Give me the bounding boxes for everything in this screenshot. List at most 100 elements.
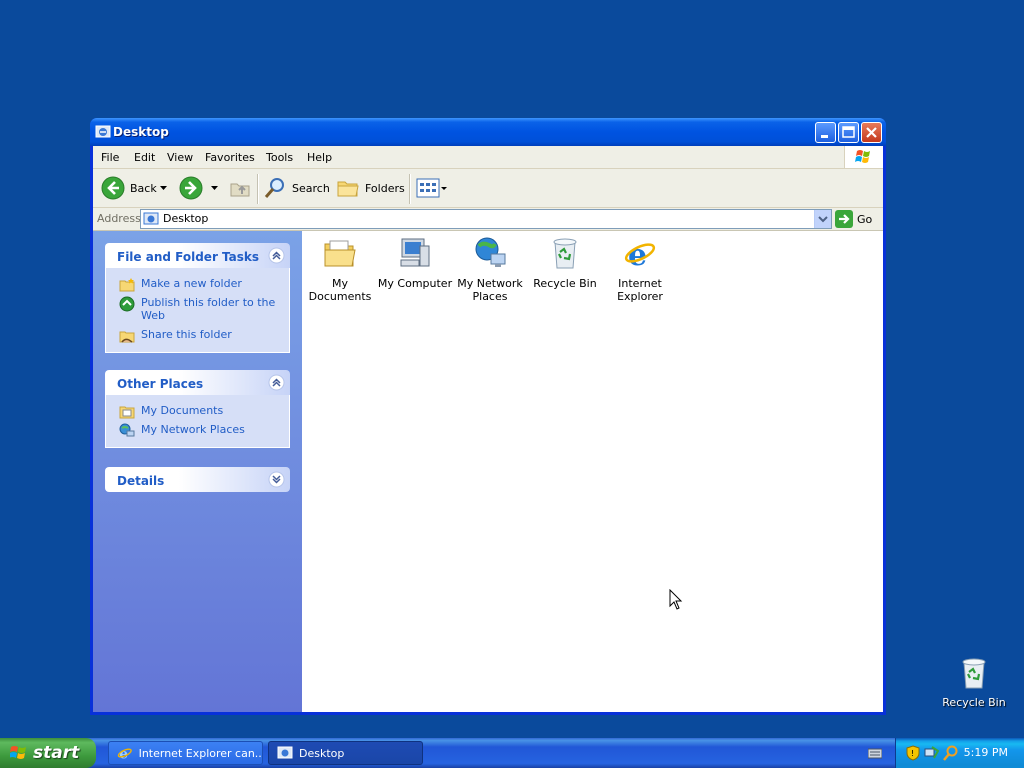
details-panel: Details — [105, 467, 290, 492]
my-network-places-link[interactable]: My Network Places — [106, 420, 289, 439]
views-icon — [416, 178, 447, 198]
network-places-icon — [119, 423, 135, 437]
address-field[interactable]: Desktop — [140, 209, 832, 229]
up-folder-icon — [230, 183, 250, 197]
keyboard-icon[interactable] — [868, 747, 882, 759]
file-item[interactable]: e Internet Explorer — [600, 236, 680, 303]
my-computer-icon — [400, 238, 430, 267]
back-arrow-icon — [101, 176, 125, 200]
panel-title: File and Folder Tasks — [117, 250, 260, 264]
address-label: Address — [97, 212, 141, 225]
mouse-cursor-icon — [669, 589, 683, 610]
search-label: Search — [292, 181, 330, 195]
panel-title: Details — [117, 474, 165, 488]
link-label: My Documents — [141, 404, 224, 417]
back-dropdown-icon[interactable] — [160, 186, 167, 191]
network-connection-icon[interactable] — [924, 745, 940, 761]
file-view[interactable]: My Documents My Computer My Network Plac… — [302, 231, 883, 712]
link-label: Share this folder — [141, 328, 232, 341]
toolbar-separator — [257, 174, 259, 204]
start-label: start — [33, 743, 80, 763]
menu-edit[interactable]: Edit — [134, 151, 155, 164]
file-label: My Network Places — [457, 277, 523, 303]
menu-file[interactable]: File — [101, 151, 119, 164]
toolbar-separator — [409, 174, 411, 204]
share-folder-link[interactable]: Share this folder — [106, 325, 289, 344]
panel-body: My Documents My Network Places — [105, 395, 290, 448]
make-new-folder-link[interactable]: Make a new folder — [106, 274, 289, 293]
window-body: File Edit View Favorites Tools Help Back… — [93, 146, 883, 712]
system-tray: ! 5:19 PM — [895, 738, 1024, 768]
desktop-folder-icon — [95, 125, 111, 138]
panel-body: Make a new folder Publish this folder to… — [105, 268, 290, 353]
address-bar: Address Desktop Go — [93, 208, 883, 231]
forward-button[interactable] — [179, 175, 203, 201]
up-folder-button[interactable] — [228, 175, 252, 201]
menu-tools[interactable]: Tools — [266, 151, 293, 164]
menu-view[interactable]: View — [167, 151, 193, 164]
desktop-recycle-bin[interactable]: Recycle Bin — [940, 656, 1008, 709]
back-button[interactable]: Back — [101, 175, 157, 201]
close-icon — [866, 127, 877, 138]
publish-web-icon — [119, 296, 135, 312]
search-icon — [264, 178, 284, 198]
link-label: Make a new folder — [141, 277, 242, 290]
file-item[interactable]: My Network Places — [450, 236, 530, 303]
file-item[interactable]: My Documents — [300, 236, 380, 303]
go-button[interactable]: Go — [835, 210, 872, 228]
taskbar-item-internet-explorer[interactable]: e Internet Explorer can... — [108, 741, 263, 765]
folder-window-icon — [277, 746, 293, 759]
go-label: Go — [857, 212, 873, 226]
forward-arrow-icon — [179, 176, 203, 200]
file-item[interactable]: Recycle Bin — [525, 236, 605, 290]
panel-title: Other Places — [117, 377, 204, 391]
start-button[interactable]: start — [0, 738, 96, 768]
panel-header[interactable]: File and Folder Tasks — [105, 243, 290, 268]
menu-help[interactable]: Help — [307, 151, 332, 164]
windows-flag-icon — [10, 746, 26, 759]
file-label: Internet Explorer — [617, 277, 663, 303]
expand-chevron-icon[interactable] — [268, 471, 285, 488]
windows-logo — [844, 146, 883, 168]
taskbar-item-desktop[interactable]: Desktop — [268, 741, 423, 765]
my-documents-icon — [324, 240, 356, 267]
collapse-chevron-icon[interactable] — [268, 374, 285, 391]
forward-dropdown-icon[interactable] — [211, 186, 218, 191]
collapse-chevron-icon[interactable] — [268, 247, 285, 264]
file-label: My Computer — [377, 277, 453, 290]
search-button[interactable]: Search — [263, 175, 330, 201]
folders-button[interactable]: Folders — [336, 175, 405, 201]
other-places-panel: Other Places My Documents My Network Pla… — [105, 370, 290, 448]
desktop-icon-label: Recycle Bin — [942, 696, 1006, 709]
taskbar: start e Internet Explorer can... Desktop… — [0, 738, 1024, 768]
file-folder-tasks-panel: File and Folder Tasks Make a new folder — [105, 243, 290, 353]
share-folder-icon — [119, 331, 135, 343]
maximize-icon — [842, 126, 855, 138]
link-label: My Network Places — [141, 423, 245, 436]
taskbar-item-label: Internet Explorer can... — [138, 746, 262, 760]
my-documents-link[interactable]: My Documents — [106, 401, 289, 420]
search-tray-icon[interactable] — [943, 745, 959, 761]
menu-favorites[interactable]: Favorites — [205, 151, 255, 164]
window-title: Desktop — [113, 125, 169, 139]
desktop-folder-icon — [143, 212, 159, 225]
link-label: Publish this folder to the Web — [141, 296, 276, 322]
back-label: Back — [130, 181, 157, 195]
panel-header[interactable]: Other Places — [105, 370, 290, 395]
standard-toolbar: Back Search Folders — [93, 169, 883, 208]
title-bar[interactable]: Desktop — [90, 118, 886, 146]
menu-bar: File Edit View Favorites Tools Help — [93, 146, 883, 169]
security-shield-icon[interactable]: ! — [906, 745, 920, 761]
taskbar-item-label: Desktop — [299, 746, 345, 760]
recycle-bin-icon — [962, 658, 986, 689]
folders-label: Folders — [365, 181, 405, 195]
close-button[interactable] — [861, 122, 882, 143]
views-button[interactable] — [416, 175, 448, 201]
internet-explorer-icon: e — [117, 746, 132, 761]
minimize-button[interactable] — [815, 122, 836, 143]
address-dropdown[interactable] — [814, 210, 831, 228]
publish-folder-link[interactable]: Publish this folder to the Web — [106, 293, 289, 325]
maximize-button[interactable] — [838, 122, 859, 143]
panel-header[interactable]: Details — [105, 467, 290, 492]
file-item[interactable]: My Computer — [375, 236, 455, 290]
